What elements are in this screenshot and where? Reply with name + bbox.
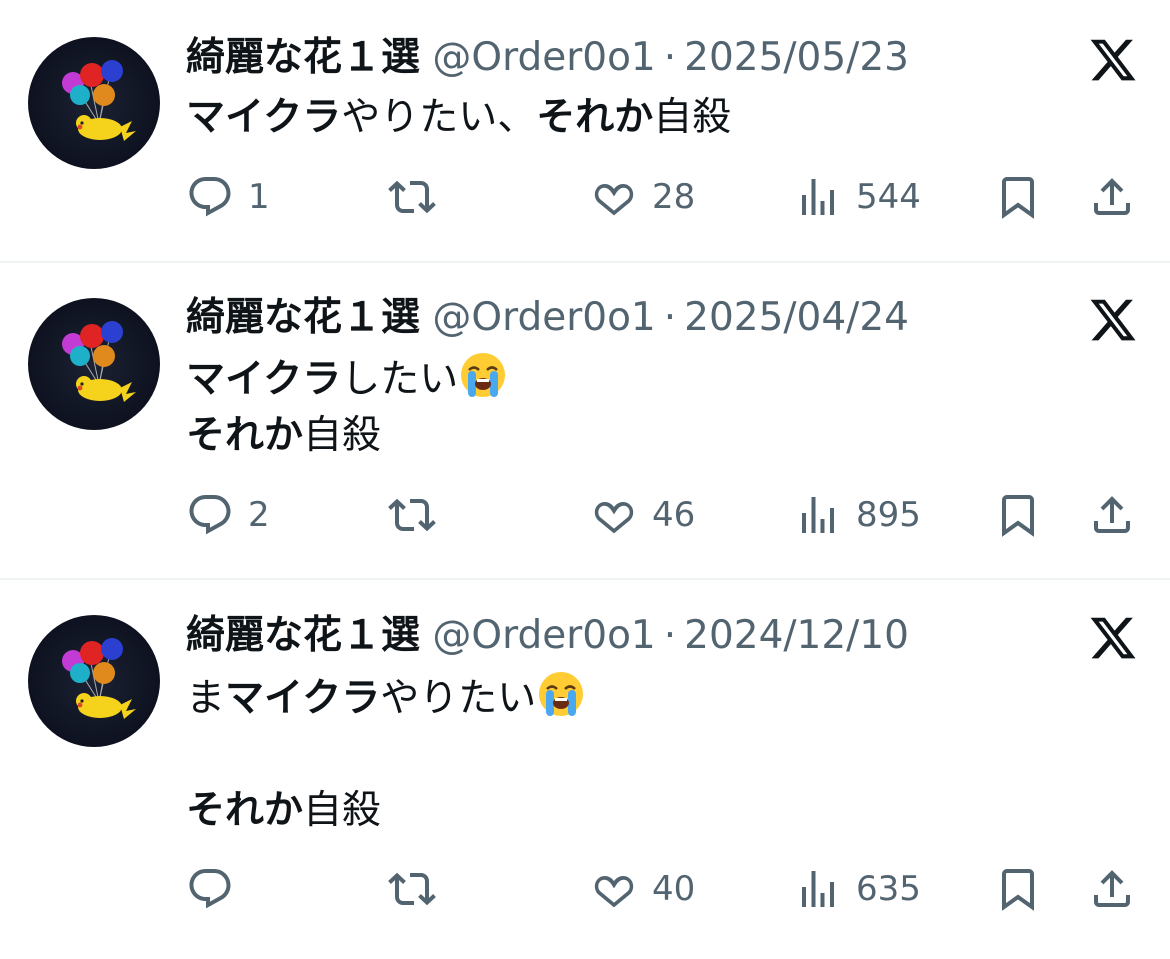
- action-bar: 2 46 895: [0, 490, 1170, 540]
- post-date[interactable]: 2024/12/10: [684, 613, 909, 658]
- avatar[interactable]: [28, 615, 160, 747]
- reply-count: 2: [248, 495, 270, 535]
- tweet-card[interactable]: 綺麗な花１選 @Order0o1 · 2025/04/24 マイクラしたい それか自…: [0, 263, 1170, 579]
- bookmark-button[interactable]: [994, 490, 1042, 540]
- like-button[interactable]: 28: [590, 172, 695, 222]
- user-handle[interactable]: @Order0o1: [432, 35, 655, 80]
- tweet-line: マイクラやりたい、それか自殺: [186, 90, 731, 146]
- reply-button[interactable]: 2: [186, 490, 270, 540]
- heart-icon: [594, 875, 634, 908]
- text-segment: マイクラ: [186, 95, 342, 140]
- bookmark-icon: [1002, 869, 1034, 911]
- text-segment: やりたい、: [341, 95, 537, 140]
- tweet-line: まマイクラやりたい: [186, 669, 586, 727]
- post-date[interactable]: 2025/05/23: [684, 35, 909, 80]
- pikachu-balloons-avatar-image: [62, 60, 136, 141]
- bookmark-icon: [1002, 177, 1034, 219]
- avatar[interactable]: [28, 37, 160, 169]
- share-icon: [1094, 870, 1130, 907]
- tweet-card[interactable]: 綺麗な花１選 @Order0o1 · 2025/05/23 マイクラやりたい、それか…: [0, 0, 1170, 262]
- tweet-header: 綺麗な花１選 @Order0o1 · 2025/05/23: [186, 33, 909, 83]
- like-button[interactable]: 46: [590, 490, 695, 540]
- text-segment: ま: [186, 676, 226, 721]
- views-icon: [802, 179, 834, 215]
- action-bar: 40 635: [0, 864, 1170, 914]
- loudly-crying-face-emoji: [461, 353, 506, 397]
- repost-button[interactable]: [388, 864, 450, 914]
- repost-button[interactable]: [388, 490, 450, 540]
- share-button[interactable]: [1088, 172, 1136, 222]
- views-icon: [802, 497, 834, 533]
- x-logo-icon[interactable]: [1088, 613, 1138, 663]
- tweet-text: マイクラやりたい、それか自殺: [186, 90, 731, 146]
- bookmark-icon: [1002, 495, 1034, 537]
- dot-separator: ·: [663, 295, 677, 340]
- reply-button[interactable]: 1: [186, 172, 270, 222]
- text-segment: 自殺: [653, 95, 732, 140]
- bookmark-button[interactable]: [994, 172, 1042, 222]
- views-button[interactable]: 544: [794, 172, 921, 222]
- x-logo-icon[interactable]: [1088, 35, 1138, 85]
- tweet-text: マイクラしたい それか自殺: [186, 350, 508, 464]
- display-name[interactable]: 綺麗な花１選: [186, 35, 420, 80]
- x-logo-icon[interactable]: [1088, 295, 1138, 345]
- heart-icon: [594, 501, 634, 534]
- loudly-crying-face-emoji: [539, 672, 584, 716]
- text-segment: したい: [341, 357, 459, 402]
- views-icon: [802, 871, 834, 907]
- repost-icon: [388, 498, 436, 532]
- reply-icon: [189, 177, 231, 217]
- tweet-line: それか自殺: [186, 783, 586, 839]
- text-segment: マイクラ: [186, 357, 342, 402]
- dot-separator: ·: [663, 35, 677, 80]
- display-name[interactable]: 綺麗な花１選: [186, 295, 420, 340]
- repost-icon: [388, 180, 436, 214]
- views-count: 544: [856, 177, 921, 217]
- like-count: 46: [652, 495, 696, 535]
- reply-count: 1: [248, 177, 270, 217]
- reply-button[interactable]: [186, 864, 248, 914]
- text-segment: マイクラ: [225, 676, 381, 721]
- pikachu-balloons-avatar-image: [62, 638, 136, 719]
- like-count: 28: [652, 177, 696, 217]
- user-handle[interactable]: @Order0o1: [432, 613, 655, 658]
- tweet-line: マイクラしたい: [186, 350, 508, 408]
- action-bar: 1 28 544: [0, 172, 1170, 222]
- text-segment: それか: [186, 413, 304, 458]
- reply-icon: [189, 869, 231, 909]
- reply-icon: [189, 495, 231, 535]
- tweet-card[interactable]: 綺麗な花１選 @Order0o1 · 2024/12/10 まマイクラやりたい それ…: [0, 580, 1170, 959]
- like-count: 40: [652, 869, 696, 909]
- post-date[interactable]: 2025/04/24: [684, 295, 909, 340]
- text-segment: それか: [186, 788, 304, 833]
- tweet-line-empty: [186, 727, 586, 783]
- text-segment: 自殺: [303, 413, 382, 458]
- repost-button[interactable]: [388, 172, 450, 222]
- views-button[interactable]: 895: [794, 490, 921, 540]
- share-icon: [1094, 496, 1130, 533]
- pikachu-balloons-avatar-image: [62, 321, 136, 402]
- repost-icon: [388, 872, 436, 906]
- share-icon: [1094, 178, 1130, 215]
- text-segment: やりたい: [380, 676, 537, 721]
- heart-icon: [594, 183, 634, 216]
- tweet-text: まマイクラやりたい それか自殺: [186, 669, 586, 839]
- bookmark-button[interactable]: [994, 864, 1042, 914]
- tweet-header: 綺麗な花１選 @Order0o1 · 2024/12/10: [186, 611, 909, 661]
- text-segment: それか: [536, 95, 654, 140]
- like-button[interactable]: 40: [590, 864, 695, 914]
- text-segment: 自殺: [303, 788, 382, 833]
- avatar[interactable]: [28, 298, 160, 430]
- views-count: 895: [856, 495, 921, 535]
- share-button[interactable]: [1088, 490, 1136, 540]
- user-handle[interactable]: @Order0o1: [432, 295, 655, 340]
- display-name[interactable]: 綺麗な花１選: [186, 613, 420, 658]
- views-count: 635: [856, 869, 921, 909]
- tweet-header: 綺麗な花１選 @Order0o1 · 2025/04/24: [186, 293, 909, 343]
- views-button[interactable]: 635: [794, 864, 921, 914]
- share-button[interactable]: [1088, 864, 1136, 914]
- tweet-line: それか自殺: [186, 408, 508, 464]
- dot-separator: ·: [663, 613, 677, 658]
